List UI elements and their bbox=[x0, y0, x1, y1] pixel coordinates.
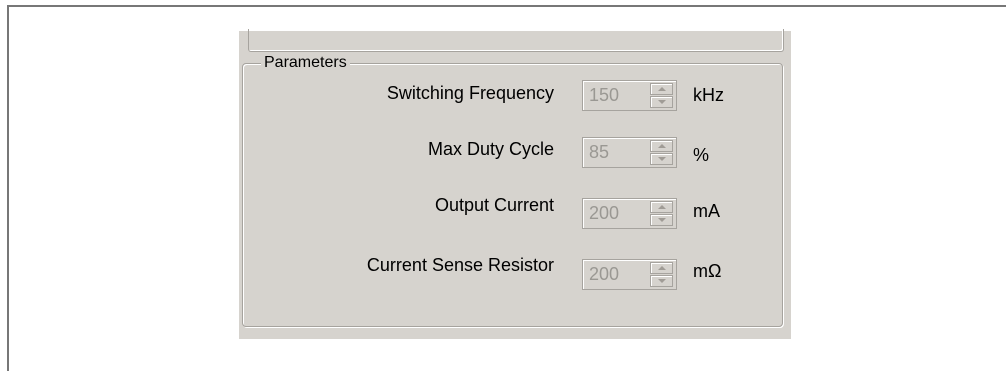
spin-buttons bbox=[650, 83, 673, 108]
up-arrow-icon bbox=[658, 205, 666, 209]
switching-frequency-label: Switching Frequency bbox=[386, 83, 554, 103]
up-arrow-icon bbox=[658, 87, 666, 91]
increment-button[interactable] bbox=[650, 262, 673, 274]
decrement-button[interactable] bbox=[650, 275, 673, 287]
down-arrow-icon bbox=[658, 157, 666, 161]
down-arrow-icon bbox=[658, 100, 666, 104]
previous-group-box bbox=[248, 29, 784, 52]
down-arrow-icon bbox=[658, 218, 666, 222]
output-current-unit: mA bbox=[693, 201, 720, 221]
spin-buttons bbox=[650, 201, 673, 226]
current-sense-resistor-value: 200 bbox=[589, 264, 620, 284]
increment-button[interactable] bbox=[650, 83, 673, 95]
top-clipped-text-area bbox=[339, 1, 759, 9]
output-current-spinbox[interactable]: 200 bbox=[582, 198, 677, 229]
decrement-button[interactable] bbox=[650, 214, 673, 226]
up-arrow-icon bbox=[658, 266, 666, 270]
switching-frequency-value: 150 bbox=[589, 85, 620, 105]
switching-frequency-spinbox[interactable]: 150 bbox=[582, 80, 677, 111]
max-duty-cycle-spinbox[interactable]: 85 bbox=[582, 137, 677, 168]
current-sense-resistor-label: Current Sense Resistor bbox=[366, 255, 554, 275]
switching-frequency-unit: kHz bbox=[693, 85, 724, 105]
spin-buttons bbox=[650, 140, 673, 165]
parameters-group-title: Parameters bbox=[261, 54, 350, 72]
parameters-group: Parameters Switching Frequency 150 kHz M… bbox=[242, 54, 783, 327]
up-arrow-icon bbox=[658, 144, 666, 148]
spin-buttons bbox=[650, 262, 673, 287]
decrement-button[interactable] bbox=[650, 153, 673, 165]
current-sense-resistor-spinbox[interactable]: 200 bbox=[582, 259, 677, 290]
down-arrow-icon bbox=[658, 279, 666, 283]
current-sense-resistor-unit: mΩ bbox=[693, 261, 722, 281]
output-current-label: Output Current bbox=[434, 195, 554, 215]
increment-button[interactable] bbox=[650, 201, 673, 213]
max-duty-cycle-unit: % bbox=[693, 145, 710, 165]
settings-panel: Parameters Switching Frequency 150 kHz M… bbox=[239, 29, 791, 339]
decrement-button[interactable] bbox=[650, 96, 673, 108]
max-duty-cycle-label: Max Duty Cycle bbox=[427, 139, 554, 159]
output-current-value: 200 bbox=[589, 203, 620, 223]
max-duty-cycle-value: 85 bbox=[589, 142, 610, 162]
increment-button[interactable] bbox=[650, 140, 673, 152]
